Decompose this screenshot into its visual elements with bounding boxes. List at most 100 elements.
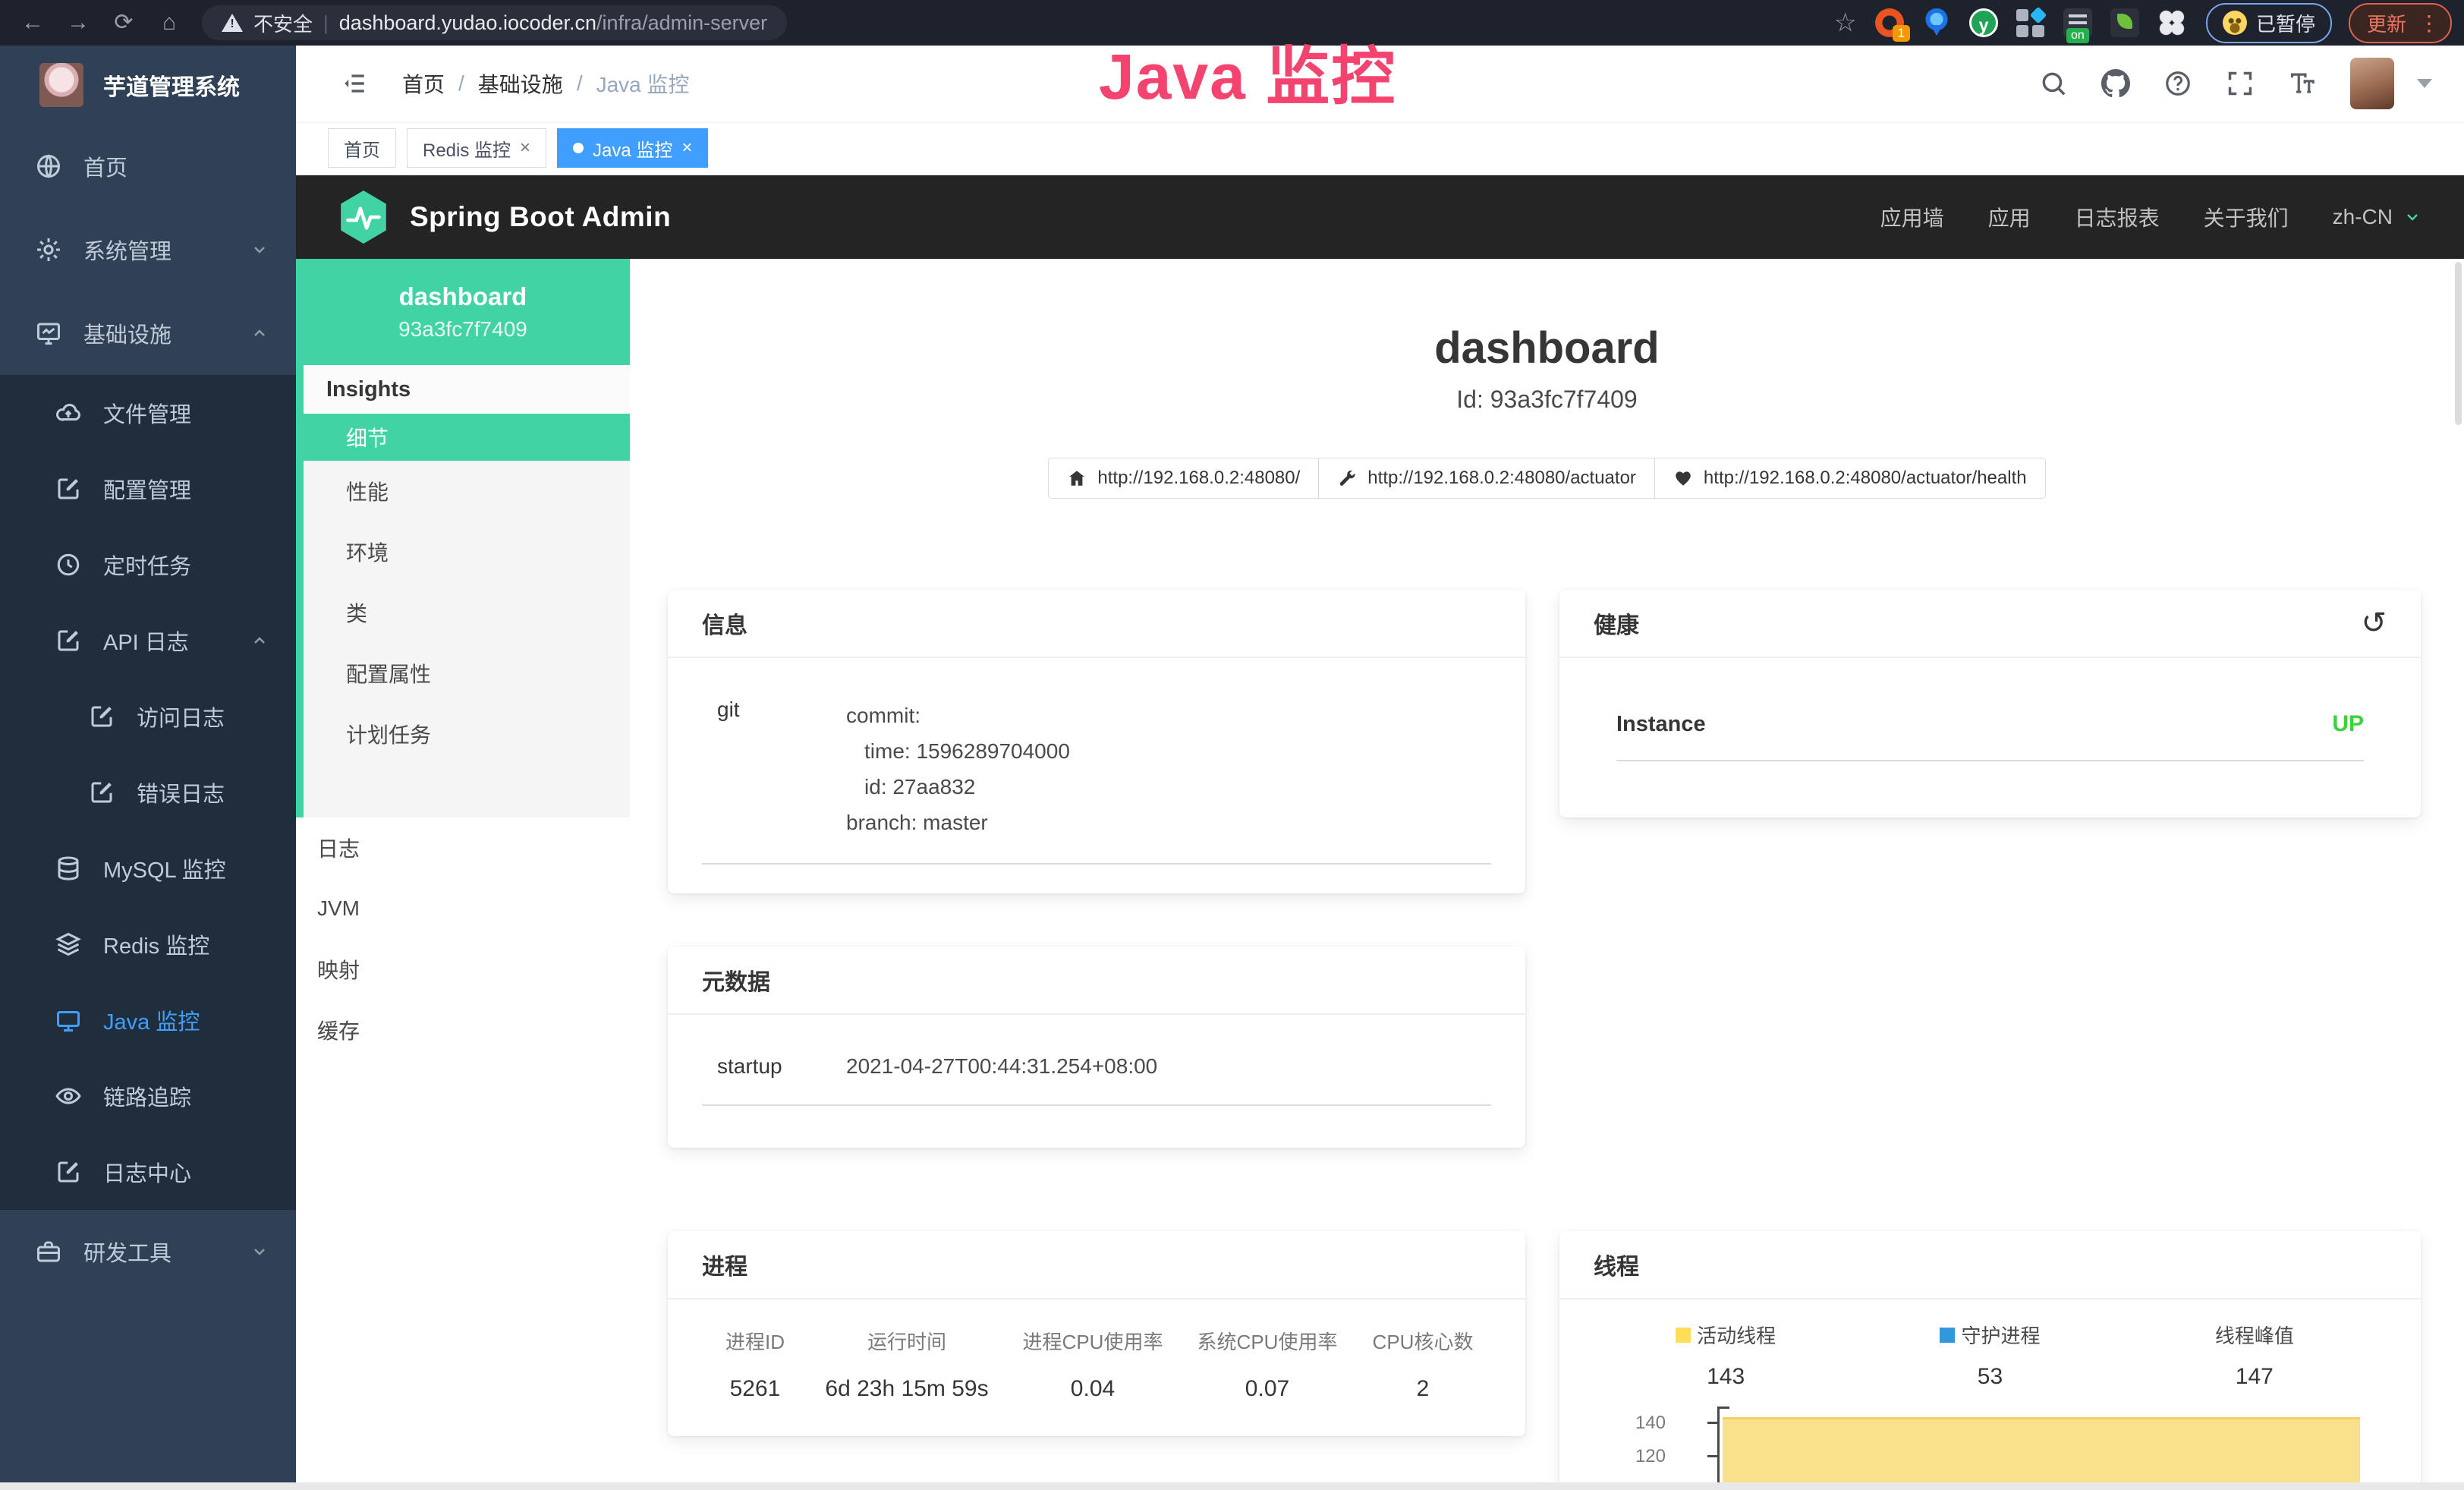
help-icon[interactable]: [2163, 69, 2192, 98]
instance-health-row[interactable]: Instance UP: [1616, 658, 2364, 761]
tab-java-monitor[interactable]: Java 监控 ×: [557, 128, 708, 168]
browser-update-button[interactable]: 更新 ⋮: [2349, 3, 2452, 43]
sba-item-mappings[interactable]: 映射: [296, 939, 630, 1000]
browser-back-icon[interactable]: ←: [12, 1, 53, 45]
sba-item-details[interactable]: 细节: [296, 414, 630, 461]
sidebar-item-api-log[interactable]: API 日志: [0, 603, 296, 679]
spring-boot-admin-logo: [338, 189, 389, 245]
legend-daemon-threads: 守护进程 53: [1858, 1321, 2122, 1390]
browser-reload-icon[interactable]: ⟳: [103, 1, 144, 45]
gear-icon: [35, 236, 62, 263]
sba-section-insights: Insights: [296, 365, 630, 414]
sidebar-item-trace[interactable]: 链路追踪: [0, 1058, 296, 1134]
git-label: git: [702, 698, 846, 840]
health-card: 健康 ↺ Instance UP: [1559, 590, 2421, 817]
chevron-up-icon: [250, 324, 269, 342]
sba-nav-applications[interactable]: 应用: [1988, 202, 2031, 232]
sba-item-caches[interactable]: 缓存: [296, 1000, 630, 1060]
eye-icon: [55, 1082, 82, 1110]
security-warning-icon[interactable]: !: [222, 14, 243, 32]
breadcrumb: 首页 / 基础设施 / Java 监控: [402, 68, 690, 99]
extension-toolbar: 1 y on: [1875, 8, 2186, 37]
sidebar-item-mysql-monitor[interactable]: MySQL 监控: [0, 830, 296, 906]
startup-row: startup 2021-04-27T00:44:31.254+08:00: [702, 1015, 1491, 1106]
github-icon[interactable]: [2101, 69, 2130, 98]
sidebar-item-config-manage[interactable]: 配置管理: [0, 451, 296, 527]
leaf-extension-icon[interactable]: [2110, 8, 2139, 37]
log-icon: [55, 1158, 82, 1186]
monitor-icon: [35, 320, 62, 347]
extension-icon[interactable]: y: [1969, 8, 1998, 37]
breadcrumb-infra[interactable]: 基础设施: [478, 68, 563, 99]
sba-brand: Spring Boot Admin: [410, 201, 671, 233]
screen: ← → ⟳ ⌂ ! 不安全 | dashboard.yudao.iocoder.…: [0, 0, 2464, 1490]
cards-grid: 信息 git commit: time: 1596289704000 id: 2…: [630, 590, 2464, 1482]
browser-menu-icon[interactable]: ⋮: [2418, 11, 2440, 36]
caret-down-icon[interactable]: [2417, 79, 2432, 88]
sidebar-item-scheduled-task[interactable]: 定时任务: [0, 527, 296, 603]
sidebar-toggle-icon[interactable]: [338, 71, 370, 96]
startup-value: 2021-04-27T00:44:31.254+08:00: [846, 1054, 1157, 1079]
sba-item-environment[interactable]: 环境: [304, 521, 630, 582]
breadcrumb-home[interactable]: 首页: [402, 68, 445, 99]
scrollbar[interactable]: [2455, 262, 2462, 425]
chevron-down-icon: [2403, 208, 2422, 226]
sidebar-item-error-log[interactable]: 错误日志: [0, 754, 296, 830]
sidebar-item-redis-monitor[interactable]: Redis 监控: [0, 906, 296, 982]
sidebar-item-infra[interactable]: 基础设施: [0, 291, 296, 375]
list-extension-icon[interactable]: on: [2063, 8, 2092, 37]
puzzle-extension-icon[interactable]: [2157, 8, 2186, 37]
sba-nav-about[interactable]: 关于我们: [2204, 202, 2289, 232]
sba-nav-links: 应用墙 应用 日志报表 关于我们 zh-CN: [1880, 202, 2422, 232]
home-icon: [1067, 468, 1087, 488]
timer-icon: [55, 551, 82, 578]
sidebar-item-home[interactable]: 首页: [0, 124, 296, 208]
sba-nav-wallboard[interactable]: 应用墙: [1880, 202, 1944, 232]
sba-item-classes[interactable]: 类: [304, 582, 630, 643]
sba-item-jvm[interactable]: JVM: [296, 878, 630, 939]
close-icon[interactable]: ×: [520, 137, 530, 159]
sba-item-scheduled-tasks[interactable]: 计划任务: [304, 704, 630, 764]
sidebar-item-log-center[interactable]: 日志中心: [0, 1134, 296, 1210]
history-icon[interactable]: ↺: [2361, 606, 2387, 641]
service-url-button[interactable]: http://192.168.0.2:48080/: [1048, 458, 1319, 499]
sidebar-item-file-manage[interactable]: 文件管理: [0, 375, 296, 451]
address-bar[interactable]: ! 不安全 | dashboard.yudao.iocoder.cn/infra…: [202, 5, 787, 40]
user-avatar[interactable]: [2350, 58, 2394, 109]
url-separator: |: [323, 11, 329, 35]
instance-links: http://192.168.0.2:48080/ http://192.168…: [630, 458, 2464, 499]
tab-home[interactable]: 首页: [328, 128, 396, 168]
sba-nav-journal[interactable]: 日志报表: [2075, 202, 2160, 232]
sba-item-config-props[interactable]: 配置属性: [304, 643, 630, 704]
health-url-button[interactable]: http://192.168.0.2:48080/actuator/health: [1654, 458, 2046, 499]
sidebar-item-java-monitor[interactable]: Java 监控: [0, 982, 296, 1058]
extension-icon[interactable]: 1: [1875, 8, 1904, 37]
topbar-actions: [2039, 58, 2432, 109]
actuator-url-button[interactable]: http://192.168.0.2:48080/actuator: [1318, 458, 1655, 499]
browser-home-icon[interactable]: ⌂: [149, 1, 190, 45]
fullscreen-icon[interactable]: [2226, 69, 2255, 98]
sba-item-logs[interactable]: 日志: [296, 817, 630, 878]
profile-paused-badge[interactable]: 已暂停: [2206, 3, 2332, 43]
heartbeat-icon: [1673, 468, 1693, 488]
tab-redis-monitor[interactable]: Redis 监控 ×: [407, 128, 546, 168]
locale-selector[interactable]: zh-CN: [2333, 205, 2422, 229]
sidebar-item-dev-tools[interactable]: 研发工具: [0, 1210, 296, 1293]
sba-insights-group: 性能 环境 类 配置属性 计划任务: [296, 461, 630, 817]
layers-icon: [55, 931, 82, 958]
sba-item-performance[interactable]: 性能: [304, 461, 630, 521]
font-size-icon[interactable]: [2288, 69, 2317, 98]
bookmark-star-icon[interactable]: ☆: [1833, 8, 1856, 38]
pin-extension-icon[interactable]: [1922, 8, 1951, 37]
sidebar-item-system[interactable]: 系统管理: [0, 208, 296, 291]
close-icon[interactable]: ×: [681, 137, 692, 159]
sba-navbar: Spring Boot Admin 应用墙 应用 日志报表 关于我们 zh-CN: [296, 175, 2464, 259]
search-icon[interactable]: [2039, 69, 2068, 98]
grid-extension-icon[interactable]: [2016, 8, 2045, 37]
sidebar-item-access-log[interactable]: 访问日志: [0, 679, 296, 754]
browser-forward-icon[interactable]: →: [58, 1, 99, 45]
log-icon: [55, 627, 82, 654]
wrench-icon: [1337, 468, 1357, 488]
sba-app-header[interactable]: dashboard 93a3fc7f7409: [296, 259, 630, 365]
process-card-title: 进程: [668, 1231, 1525, 1299]
